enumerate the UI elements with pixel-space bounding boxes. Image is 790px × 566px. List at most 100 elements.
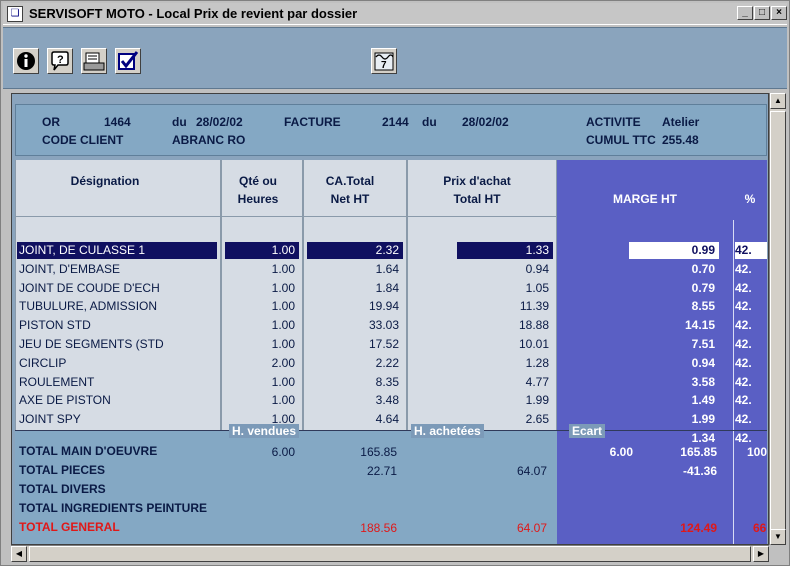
table-row[interactable]: JOINT DE COUDE D'ECH 1.00 1.84 1.05 0.79 42.	[15, 280, 767, 297]
row-pct[interactable]: 42.	[735, 411, 767, 428]
total-pieces-label: TOTAL PIECES	[19, 463, 106, 477]
print-button[interactable]	[81, 48, 107, 74]
row-prix[interactable]: 1.99	[457, 392, 553, 409]
row-qte[interactable]: 1.00	[225, 280, 299, 297]
info-button[interactable]	[13, 48, 39, 74]
row-ca[interactable]: 3.48	[307, 392, 403, 409]
row-ca[interactable]: 19.94	[307, 298, 403, 315]
total-pieces-marge: -41.36	[682, 464, 717, 478]
row-designation[interactable]: AXE DE PISTON	[17, 392, 217, 409]
row-pct[interactable]: 42.	[735, 355, 767, 372]
row-ca[interactable]: 8.35	[307, 374, 403, 391]
row-designation[interactable]: JOINT, D'EMBASE	[17, 261, 217, 278]
horizontal-scroll-thumb[interactable]	[29, 546, 751, 562]
table-row[interactable]: TUBULURE, ADMISSION 1.00 19.94 11.39 8.55 42.	[15, 298, 767, 315]
row-ca[interactable]: 2.22	[307, 355, 403, 372]
row-marge[interactable]: 3.58	[629, 374, 719, 391]
facture-date: 28/02/02	[462, 115, 509, 129]
row-marge[interactable]: 1.99	[629, 411, 719, 428]
row-marge[interactable]: 14.15	[629, 317, 719, 334]
vertical-scroll-thumb[interactable]	[770, 111, 786, 531]
header-marge[interactable]: MARGE HT	[557, 190, 733, 208]
row-prix[interactable]: 1.28	[457, 355, 553, 372]
row-ca[interactable]: 33.03	[307, 317, 403, 334]
row-ca[interactable]: 4.64	[307, 411, 403, 428]
table-row[interactable]: AXE DE PISTON 1.00 3.48 1.99 1.49 42.	[15, 392, 767, 409]
row-qte[interactable]: 2.00	[225, 355, 299, 372]
row-ca[interactable]: 1.84	[307, 280, 403, 297]
row-ca[interactable]: 1.64	[307, 261, 403, 278]
header-qte-line1[interactable]: Qté ou	[221, 172, 295, 190]
row-marge[interactable]: 1.49	[629, 392, 719, 409]
row-pct[interactable]: 42.	[735, 242, 767, 259]
row-pct[interactable]: 42.	[735, 280, 767, 297]
row-pct[interactable]: 42.	[735, 336, 767, 353]
header-designation[interactable]: Désignation	[15, 172, 195, 190]
row-designation[interactable]: CIRCLIP	[17, 355, 217, 372]
row-marge[interactable]: 7.51	[629, 336, 719, 353]
row-prix[interactable]: 4.77	[457, 374, 553, 391]
row-designation[interactable]: PISTON STD	[17, 317, 217, 334]
table-row[interactable]: JEU DE SEGMENTS (STD 1.00 17.52 10.01 7.51 42…	[15, 336, 767, 353]
table-row[interactable]: PISTON STD 1.00 33.03 18.88 14.15 42.	[15, 317, 767, 334]
scroll-down-button[interactable]: ▼	[770, 529, 786, 545]
row-qte[interactable]: 1.00	[225, 261, 299, 278]
row-pct[interactable]: 42.	[735, 261, 767, 278]
header-ca-line1[interactable]: CA.Total	[303, 172, 397, 190]
row-qte[interactable]: 1.00	[225, 392, 299, 409]
row-prix[interactable]: 18.88	[457, 317, 553, 334]
row-pct[interactable]: 42.	[735, 298, 767, 315]
row-qte[interactable]: 1.00	[225, 298, 299, 315]
table-row[interactable]: JOINT, DE CULASSE 1 1.00 2.32 1.33 0.99 42.	[15, 242, 767, 259]
header-pct[interactable]: %	[733, 190, 767, 208]
row-qte[interactable]: 1.00	[225, 336, 299, 353]
scroll-left-button[interactable]: ◀	[11, 546, 27, 562]
row-marge[interactable]: 0.94	[629, 355, 719, 372]
row-designation[interactable]: JOINT DE COUDE D'ECH	[17, 280, 217, 297]
row-designation[interactable]: JOINT SPY	[17, 411, 217, 428]
row-pct[interactable]: 42.	[735, 392, 767, 409]
or-value: 1464	[104, 115, 131, 129]
table-row[interactable]: JOINT, D'EMBASE 1.00 1.64 0.94 0.70 42.	[15, 261, 767, 278]
help-button[interactable]: ?	[47, 48, 73, 74]
row-ca[interactable]: 17.52	[307, 336, 403, 353]
row-designation[interactable]: ROULEMENT	[17, 374, 217, 391]
table-row[interactable]: ROULEMENT 1.00 8.35 4.77 3.58 42.	[15, 374, 767, 391]
header-qte-line2: Heures	[237, 192, 279, 206]
row-marge[interactable]: 0.70	[629, 261, 719, 278]
row-marge[interactable]: 0.99	[629, 242, 719, 259]
row-prix[interactable]: 1.05	[457, 280, 553, 297]
row-pct[interactable]: 42.	[735, 317, 767, 334]
row-designation[interactable]: TUBULURE, ADMISSION	[17, 298, 217, 315]
row-qte[interactable]: 1.00	[225, 374, 299, 391]
close-button[interactable]: ×	[771, 6, 787, 20]
row-pct[interactable]: 42.	[735, 374, 767, 391]
title-bar[interactable]: ❏ SERVISOFT MOTO - Local Prix de revient…	[3, 3, 787, 25]
activite-value: Atelier	[662, 115, 700, 129]
vertical-scrollbar[interactable]: ▲ ▼	[769, 93, 786, 545]
table-row[interactable]: CIRCLIP 2.00 2.22 1.28 0.94 42.	[15, 355, 767, 372]
row-prix[interactable]: 1.33	[457, 242, 553, 259]
row-qte[interactable]: 1.00	[225, 242, 299, 259]
header-prix-line1[interactable]: Prix d'achat	[407, 172, 547, 190]
row-ca[interactable]: 2.32	[307, 242, 403, 259]
activite-label: ACTIVITE	[586, 115, 641, 129]
row-qte[interactable]: 1.00	[225, 317, 299, 334]
app-window: ❏ SERVISOFT MOTO - Local Prix de revient…	[0, 0, 790, 566]
help-icon: ?	[51, 51, 69, 71]
table-row[interactable]: JOINT SPY 1.00 4.64 2.65 1.99 42.	[15, 411, 767, 428]
row-marge[interactable]: 0.79	[629, 280, 719, 297]
row-marge[interactable]: 8.55	[629, 298, 719, 315]
minimize-button[interactable]: _	[737, 6, 753, 20]
horizontal-scrollbar[interactable]: ◀ ▶	[11, 545, 769, 562]
scroll-right-button[interactable]: ▶	[753, 546, 769, 562]
maximize-button[interactable]: □	[754, 6, 770, 20]
row-designation[interactable]: JEU DE SEGMENTS (STD	[17, 336, 217, 353]
row-prix[interactable]: 11.39	[457, 298, 553, 315]
row-prix[interactable]: 0.94	[457, 261, 553, 278]
validate-button[interactable]	[115, 48, 141, 74]
scroll-up-button[interactable]: ▲	[770, 93, 786, 109]
row-designation[interactable]: JOINT, DE CULASSE 1	[17, 242, 217, 259]
calendar-button[interactable]: 7	[371, 48, 397, 74]
row-prix[interactable]: 10.01	[457, 336, 553, 353]
